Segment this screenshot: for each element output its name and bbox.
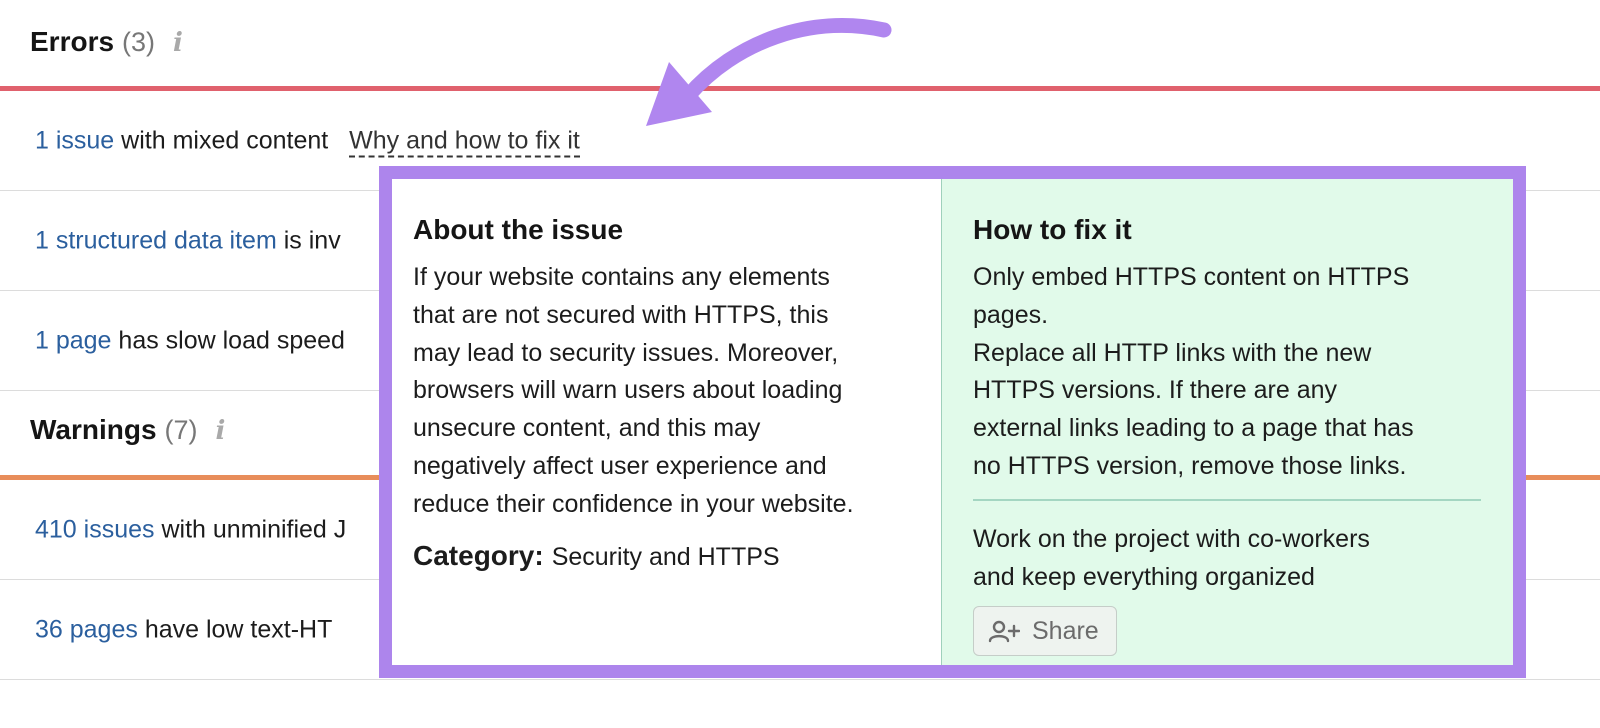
warnings-count: (7) xyxy=(164,415,198,445)
about-issue-panel: About the issue If your website contains… xyxy=(392,179,942,665)
issue-link[interactable]: 1 structured data item xyxy=(35,226,277,254)
issue-text: 1 issue with mixed content Why and how t… xyxy=(35,126,580,157)
errors-count: (3) xyxy=(122,27,156,57)
add-user-icon xyxy=(988,621,1020,643)
issue-description: with mixed content xyxy=(114,126,329,154)
how-to-fix-heading: How to fix it xyxy=(973,214,1132,245)
issue-description: have low text-HT xyxy=(137,615,333,643)
warnings-header: Warnings (7) i xyxy=(30,414,225,446)
issue-text: 36 pages have low text-HT xyxy=(35,615,332,644)
issue-description: with unminified J xyxy=(154,515,347,543)
issue-description: has slow load speed xyxy=(111,326,345,354)
about-issue-text: If your website contains any elements th… xyxy=(413,263,854,518)
info-icon[interactable]: i xyxy=(216,416,226,446)
share-button[interactable]: Share xyxy=(973,606,1117,657)
errors-title: Errors xyxy=(30,26,115,57)
how-to-fix-text: Only embed HTTPS content on HTTPS pages.… xyxy=(973,263,1414,480)
warnings-title: Warnings xyxy=(30,414,157,445)
issue-details-popover: About the issue If your website contains… xyxy=(379,166,1526,678)
issue-text: 1 structured data item is inv xyxy=(35,226,341,255)
info-icon[interactable]: i xyxy=(173,28,183,58)
errors-header: Errors (3) i xyxy=(30,26,183,58)
share-label: Share xyxy=(1032,616,1099,645)
issue-description: is inv xyxy=(276,226,341,254)
collaboration-text: Work on the project with co-workers and … xyxy=(973,524,1370,591)
category-value: Security and HTTPS xyxy=(551,542,780,571)
issue-link[interactable]: 1 page xyxy=(35,326,111,354)
issue-link[interactable]: 36 pages xyxy=(35,615,138,643)
about-issue-heading: About the issue xyxy=(413,214,624,245)
why-and-how-to-fix-link[interactable]: Why and how to fix it xyxy=(349,126,580,157)
category-label: Category: xyxy=(413,539,544,571)
fix-divider xyxy=(973,498,1481,501)
issue-link[interactable]: 1 issue xyxy=(35,126,114,154)
issue-text: 1 page has slow load speed xyxy=(35,326,345,355)
how-to-fix-panel: How to fix it Only embed HTTPS content o… xyxy=(942,179,1513,665)
issue-text: 410 issues with unminified J xyxy=(35,515,346,544)
category-line: Category: Security and HTTPS xyxy=(413,540,941,572)
issue-link[interactable]: 410 issues xyxy=(35,515,155,543)
